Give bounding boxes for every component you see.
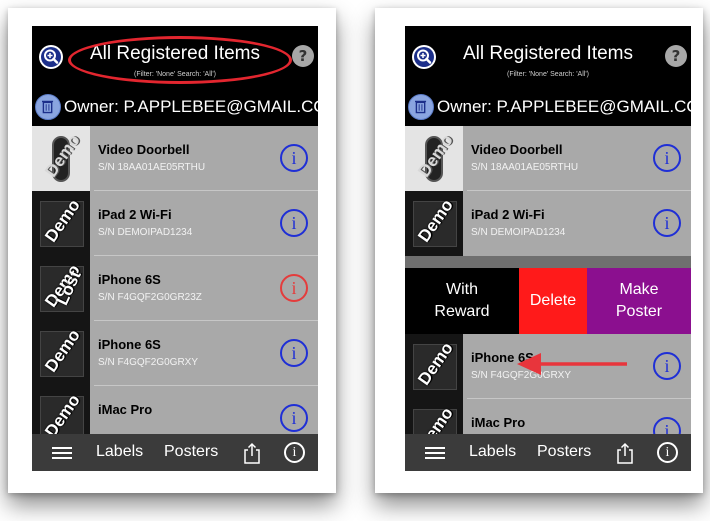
item-serial: S/N DEMOIPAD1234 (471, 227, 566, 238)
help-icon[interactable]: ? (292, 45, 314, 67)
right-screenshot-card: All Registered Items (Filter: 'None' Sea… (375, 8, 703, 493)
item-serial: S/N DEMOIPAD1234 (98, 227, 193, 238)
trash-icon[interactable] (35, 94, 61, 120)
filter-subtitle: (Filter: 'None' Search: 'All') (507, 71, 589, 78)
list-item-lost[interactable]: Demo Lost iPhone 6S S/N F4GQF2G0GR23Z i (32, 256, 318, 321)
list-item[interactable]: Demo Video Doorbell S/N 18AA01AE05RTHU i (32, 126, 318, 191)
item-name: Video Doorbell (471, 142, 563, 157)
info-icon[interactable]: i (280, 339, 308, 367)
help-icon[interactable]: ? (665, 45, 687, 67)
zoom-icon[interactable] (411, 44, 437, 70)
item-serial: S/N F4GQF2G0GR23Z (98, 292, 202, 303)
zoom-icon[interactable] (38, 44, 64, 70)
list-item[interactable]: Demo iPad 2 Wi-Fi S/N DEMOIPAD1234 i (32, 191, 318, 256)
list-item[interactable]: Demo iPad 2 Wi-Fi S/N DEMOIPAD1234 i (405, 191, 691, 256)
info-icon[interactable]: i (280, 144, 308, 172)
item-name: iPad 2 Wi-Fi (471, 207, 545, 222)
owner-label[interactable]: Owner: P.APPLEBEE@GMAIL.COM (64, 97, 318, 117)
item-thumbnail: Demo (405, 191, 463, 256)
header-bar: All Registered Items (Filter: 'None' Sea… (32, 26, 318, 88)
item-name: iMac Pro (471, 415, 526, 430)
info-icon[interactable]: i (657, 442, 678, 463)
swipe-actions-row: With Reward Delete Make Poster (405, 268, 691, 334)
item-thumbnail: Demo (32, 321, 90, 386)
list-item[interactable]: Demo Video Doorbell S/N 18AA01AE05RTHU i (405, 126, 691, 191)
labels-button[interactable]: Labels (469, 443, 516, 461)
info-icon[interactable]: i (653, 209, 681, 237)
list-item[interactable]: Demo iPhone 6S S/N F4GQF2G0GRXY i (32, 321, 318, 386)
delete-button[interactable]: Delete (519, 268, 587, 334)
with-reward-button[interactable]: With Reward (405, 268, 519, 334)
item-name: iPhone 6S (98, 337, 161, 352)
item-name: iPad 2 Wi-Fi (98, 207, 172, 222)
left-screenshot-card: All Registered Items (Filter: 'None' Sea… (8, 8, 336, 493)
item-name: iPhone 6S (98, 272, 161, 287)
item-serial: S/N 18AA01AE05RTHU (98, 162, 206, 173)
info-icon[interactable]: i (280, 404, 308, 432)
hamburger-icon[interactable] (425, 447, 445, 460)
posters-button[interactable]: Posters (537, 443, 591, 461)
item-name: iMac Pro (98, 402, 153, 417)
share-icon[interactable] (615, 442, 635, 464)
info-icon-lost[interactable]: i (280, 274, 308, 302)
share-icon[interactable] (242, 442, 262, 464)
item-thumbnail: Demo (405, 126, 463, 191)
info-icon[interactable]: i (653, 352, 681, 380)
posters-button[interactable]: Posters (164, 443, 218, 461)
header-bar: All Registered Items (Filter: 'None' Sea… (405, 26, 691, 88)
item-name: Video Doorbell (98, 142, 190, 157)
info-icon[interactable]: i (280, 209, 308, 237)
bottom-toolbar: Labels Posters i (405, 434, 691, 471)
owner-bar: Owner: P.APPLEBEE@GMAIL.COM (32, 88, 318, 126)
item-thumbnail: Demo Lost (32, 256, 90, 321)
make-poster-button[interactable]: Make Poster (587, 268, 691, 334)
owner-label[interactable]: Owner: P.APPLEBEE@GMAIL.COM (437, 97, 691, 117)
info-icon[interactable]: i (653, 144, 681, 172)
app-screen-swipe: All Registered Items (Filter: 'None' Sea… (405, 26, 691, 471)
hamburger-icon[interactable] (52, 447, 72, 460)
swipe-left-arrow-icon (517, 353, 627, 375)
title-highlight-ellipse (68, 36, 292, 84)
app-screen-list: All Registered Items (Filter: 'None' Sea… (32, 26, 318, 471)
item-thumbnail: Demo (32, 126, 90, 191)
item-thumbnail: Demo (32, 191, 90, 256)
item-serial: S/N F4GQF2G0GRXY (98, 357, 199, 368)
labels-button[interactable]: Labels (96, 443, 143, 461)
item-thumbnail: Demo (405, 334, 463, 399)
bottom-toolbar: Labels Posters i (32, 434, 318, 471)
item-serial: S/N 18AA01AE05RTHU (471, 162, 579, 173)
owner-bar: Owner: P.APPLEBEE@GMAIL.COM (405, 88, 691, 126)
info-icon[interactable]: i (284, 442, 305, 463)
trash-icon[interactable] (408, 94, 434, 120)
page-title[interactable]: All Registered Items (445, 43, 651, 65)
